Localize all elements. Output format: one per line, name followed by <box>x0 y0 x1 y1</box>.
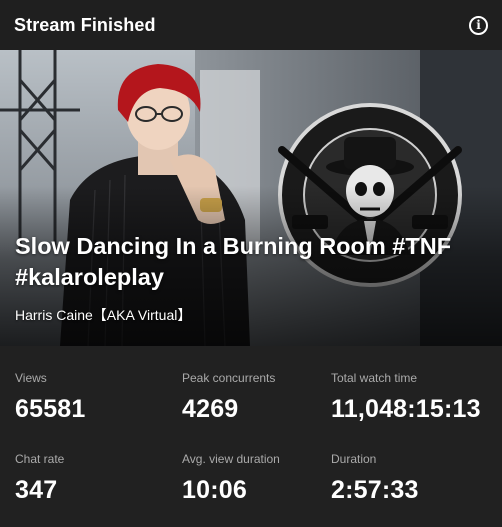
stat-total-watch-time: Total watch time 11,048:15:13 <box>331 371 481 424</box>
header-title: Stream Finished <box>14 14 156 35</box>
stat-label: Total watch time <box>331 371 418 385</box>
stat-chat-rate: Chat rate 347 <box>15 452 64 505</box>
stat-views: Views 65581 <box>15 371 86 424</box>
stat-label: Peak concurrents <box>182 371 276 385</box>
channel-name[interactable]: Harris Caine【AKA Virtual】 <box>15 305 191 325</box>
stat-value: 10:06 <box>182 476 247 504</box>
stream-thumbnail[interactable]: Slow Dancing In a Burning Room #TNF #kal… <box>0 50 502 346</box>
stat-value: 4269 <box>182 395 239 423</box>
stat-avg-view-duration: Avg. view duration 10:06 <box>182 452 280 505</box>
stats-panel: Views 65581 Peak concurrents 4269 Total … <box>0 346 502 527</box>
stat-peak-concurrents: Peak concurrents 4269 <box>182 371 275 424</box>
stat-label: Views <box>15 371 47 385</box>
info-icon[interactable]: i <box>469 15 488 35</box>
stat-value: 11,048:15:13 <box>331 395 481 423</box>
stat-value: 347 <box>15 476 58 504</box>
stat-duration: Duration 2:57:33 <box>331 452 419 505</box>
stream-title: Slow Dancing In a Burning Room #TNF #kal… <box>15 233 452 290</box>
stat-label: Duration <box>331 452 377 466</box>
stat-value: 2:57:33 <box>331 476 419 504</box>
stat-value: 65581 <box>15 395 86 423</box>
header: Stream Finished i <box>0 0 502 50</box>
stat-label: Chat rate <box>15 452 65 466</box>
stat-label: Avg. view duration <box>182 452 280 466</box>
stream-finished-card: Stream Finished i Slow Dancing In a Burn… <box>0 0 502 527</box>
